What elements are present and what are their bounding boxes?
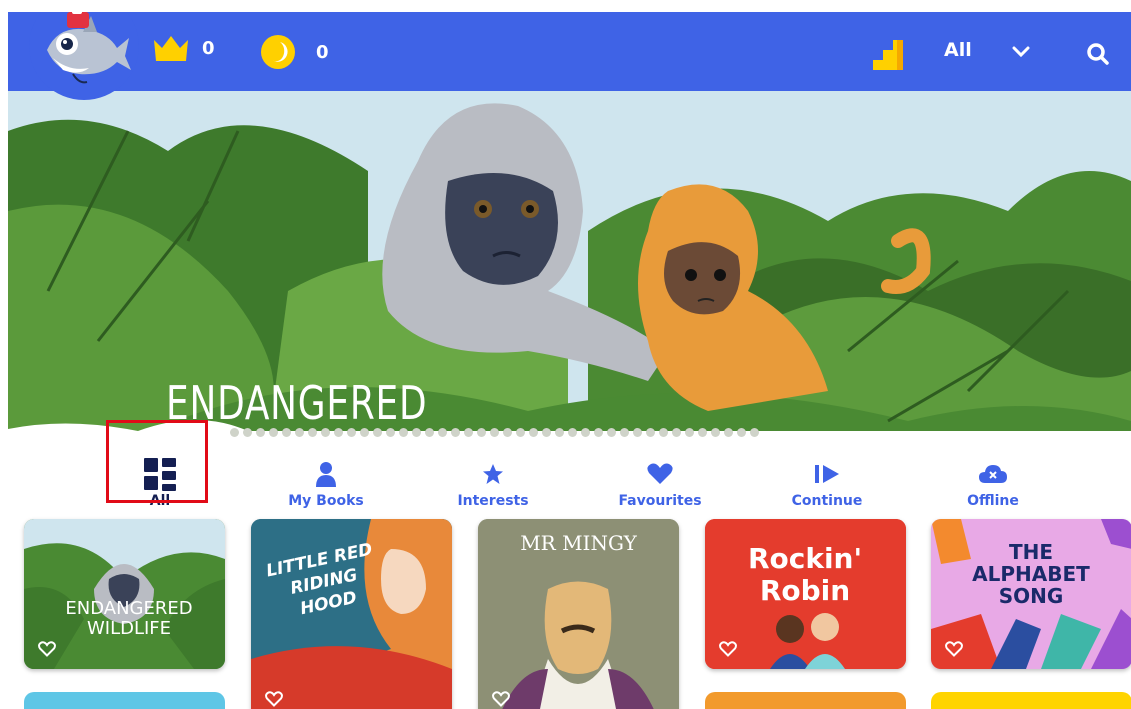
carousel-dot[interactable]: [243, 428, 252, 437]
carousel-dot[interactable]: [425, 428, 434, 437]
carousel-dot[interactable]: [503, 428, 512, 437]
star-icon: [483, 464, 503, 484]
crown-count: 0: [202, 37, 215, 59]
carousel-dot[interactable]: [373, 428, 382, 437]
chevron-down-icon[interactable]: [1011, 45, 1031, 59]
book-card-row2-4[interactable]: [705, 692, 906, 709]
carousel-dot[interactable]: [542, 428, 551, 437]
carousel-dot[interactable]: [269, 428, 278, 437]
tab-interests-label: Interests: [457, 493, 529, 509]
carousel-indicator[interactable]: [230, 428, 759, 437]
search-icon[interactable]: [1086, 42, 1110, 66]
carousel-dot[interactable]: [308, 428, 317, 437]
carousel-dot[interactable]: [672, 428, 681, 437]
carousel-dot[interactable]: [724, 428, 733, 437]
featured-banner[interactable]: ENDANGERED WILDLIFE: [8, 91, 1131, 442]
carousel-dot[interactable]: [334, 428, 343, 437]
carousel-dot[interactable]: [620, 428, 629, 437]
carousel-dot[interactable]: [737, 428, 746, 437]
carousel-dot[interactable]: [477, 428, 486, 437]
book-card-endangered-wildlife[interactable]: ENDANGERED WILDLIFE: [24, 519, 225, 669]
carousel-dot[interactable]: [594, 428, 603, 437]
carousel-dot[interactable]: [412, 428, 421, 437]
carousel-dot[interactable]: [698, 428, 707, 437]
tab-offline-label: Offline: [967, 493, 1019, 509]
book-card-mr-mingy[interactable]: MR MINGY: [478, 519, 679, 709]
cloud-off-icon: [979, 465, 1007, 483]
carousel-dot[interactable]: [451, 428, 460, 437]
book-card-row2-1[interactable]: [24, 692, 225, 709]
age-filter-label[interactable]: All: [944, 39, 972, 61]
tab-continue-label: Continue: [791, 493, 863, 509]
heart-icon: [647, 463, 673, 484]
crown-counter[interactable]: 0: [152, 34, 215, 62]
book-card-little-red-riding-hood[interactable]: LITTLE RED RIDING HOOD: [251, 519, 452, 709]
carousel-dot[interactable]: [464, 428, 473, 437]
carousel-dot[interactable]: [399, 428, 408, 437]
favourite-heart-icon[interactable]: [265, 691, 283, 707]
tab-continue[interactable]: Continue: [752, 442, 902, 512]
book-title: MR MINGY: [520, 531, 637, 555]
carousel-dot[interactable]: [633, 428, 642, 437]
carousel-dot[interactable]: [568, 428, 577, 437]
tab-offline[interactable]: Offline: [918, 442, 1068, 512]
app-frame: 0 0 All ENDANGERED All My Books Interest…: [8, 12, 1131, 709]
book-card-rockin-robin[interactable]: Rockin' Robin: [705, 519, 906, 669]
carousel-dot[interactable]: [685, 428, 694, 437]
coin-counter[interactable]: 0: [260, 34, 329, 70]
carousel-dot[interactable]: [711, 428, 720, 437]
coin-icon: [261, 35, 295, 69]
carousel-dot[interactable]: [659, 428, 668, 437]
carousel-dot[interactable]: [529, 428, 538, 437]
carousel-dot[interactable]: [581, 428, 590, 437]
carousel-dot[interactable]: [230, 428, 239, 437]
carousel-dot[interactable]: [347, 428, 356, 437]
person-icon: [316, 462, 336, 487]
book-card-alphabet-song[interactable]: THE ALPHABET SONG: [931, 519, 1131, 669]
coin-count: 0: [316, 41, 329, 63]
crown-icon: [154, 36, 188, 61]
book-card-row2-5[interactable]: [931, 692, 1131, 709]
tab-my-books[interactable]: My Books: [251, 442, 401, 512]
carousel-dot[interactable]: [438, 428, 447, 437]
tab-favourites-label: Favourites: [618, 493, 702, 509]
level-stairs-icon[interactable]: [871, 32, 911, 72]
carousel-dot[interactable]: [295, 428, 304, 437]
carousel-dot[interactable]: [282, 428, 291, 437]
book-title: Rockin' Robin: [747, 542, 863, 607]
carousel-dot[interactable]: [360, 428, 369, 437]
profile-avatar[interactable]: [29, 12, 139, 100]
carousel-dot[interactable]: [516, 428, 525, 437]
tab-favourites[interactable]: Favourites: [585, 442, 735, 512]
carousel-dot[interactable]: [256, 428, 265, 437]
tab-my-books-label: My Books: [288, 493, 364, 509]
favourite-heart-icon[interactable]: [945, 641, 963, 657]
carousel-dot[interactable]: [646, 428, 655, 437]
book-title: ENDANGERED WILDLIFE: [65, 598, 193, 639]
carousel-dot[interactable]: [386, 428, 395, 437]
carousel-dot[interactable]: [490, 428, 499, 437]
carousel-dot[interactable]: [750, 428, 759, 437]
tab-all-highlight-box: [106, 420, 208, 503]
book-title: THE ALPHABET SONG: [972, 540, 1090, 608]
favourite-heart-icon[interactable]: [38, 641, 56, 657]
favourite-heart-icon[interactable]: [719, 641, 737, 657]
carousel-dot[interactable]: [555, 428, 564, 437]
tab-interests[interactable]: Interests: [418, 442, 568, 512]
shark-avatar-icon: [47, 12, 131, 84]
carousel-dot[interactable]: [321, 428, 330, 437]
play-icon: [815, 465, 839, 483]
carousel-dot[interactable]: [607, 428, 616, 437]
favourite-heart-icon[interactable]: [492, 691, 510, 707]
